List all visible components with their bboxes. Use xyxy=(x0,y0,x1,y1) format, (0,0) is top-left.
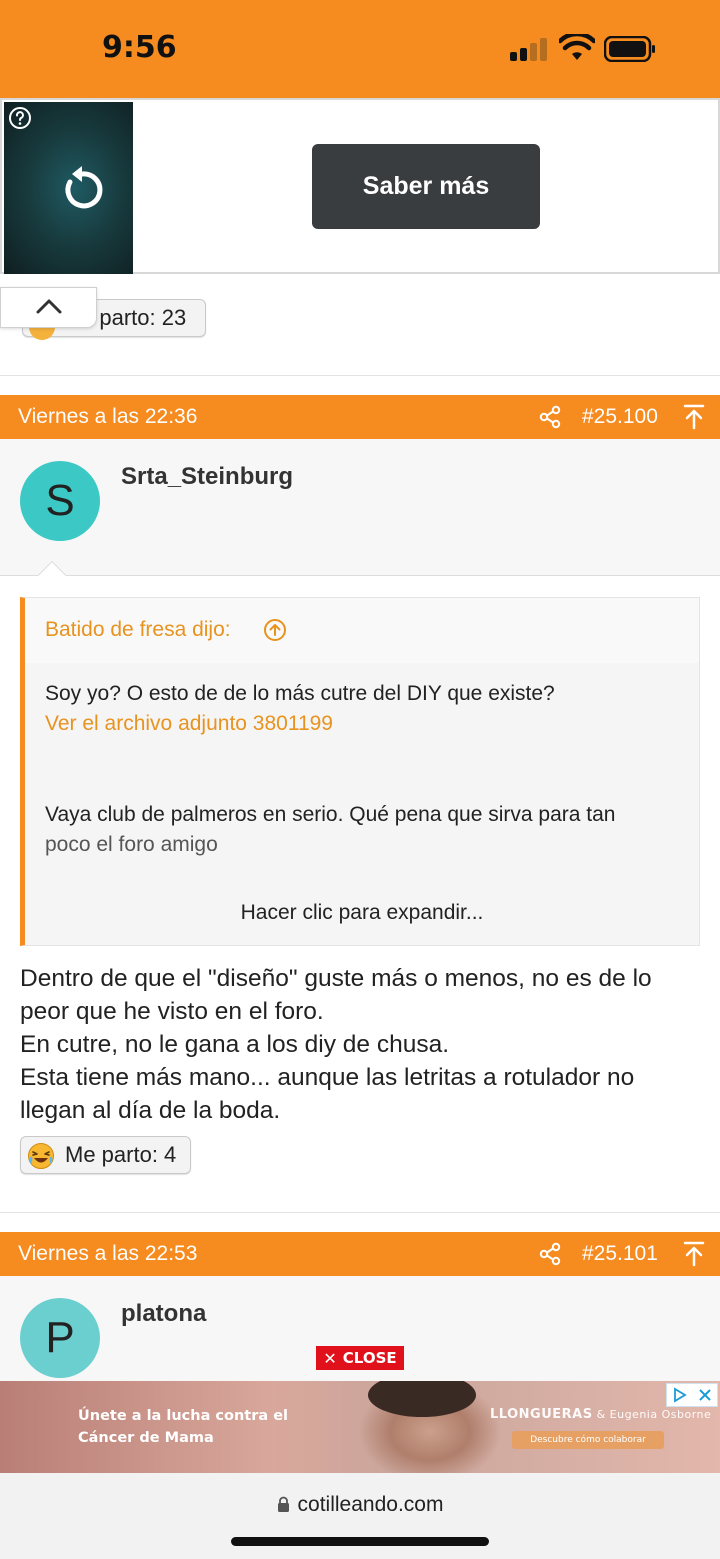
post-header: Viernes a las 22:53 #25.101 xyxy=(0,1232,720,1276)
collapse-ad-button[interactable] xyxy=(0,287,97,328)
close-x-icon: ✕ xyxy=(323,1348,337,1368)
post-text-line: Esta tiene más mano... aunque las letrit… xyxy=(20,1064,635,1091)
status-bar: 9:56 xyxy=(0,0,720,98)
ad-headline: Únete a la lucha contra el Cáncer de Mam… xyxy=(78,1408,289,1446)
avatar[interactable]: S xyxy=(20,461,100,541)
circle-arrow-up-icon[interactable] xyxy=(263,618,287,642)
chevron-up-icon xyxy=(36,299,62,314)
browser-url-bar[interactable]: cotilleando.com xyxy=(0,1473,720,1559)
quote-text: Soy yo? O esto de de lo más cutre del DI… xyxy=(45,682,555,705)
username[interactable]: platona xyxy=(121,1300,206,1328)
quote-text: Vaya club de palmeros en serio. Qué pena… xyxy=(45,803,616,826)
scroll-top-icon[interactable] xyxy=(682,404,706,430)
learn-more-button[interactable]: Saber más xyxy=(312,144,540,229)
post-body: Dentro de que el "diseño" guste más o me… xyxy=(20,962,700,1127)
url-display[interactable]: cotilleando.com xyxy=(0,1493,720,1517)
ad-thumbnail[interactable] xyxy=(4,102,133,274)
laughing-emoji-icon xyxy=(28,1143,54,1169)
post-header: Viernes a las 22:36 #25.100 xyxy=(0,395,720,439)
scroll-top-icon[interactable] xyxy=(682,1241,706,1267)
reaction-button[interactable]: Me parto: 4 xyxy=(20,1136,191,1174)
post-text-line: peor que he visto en el foro. xyxy=(20,998,324,1025)
ad-brand: LLONGUERAS & Eugenia Osborne xyxy=(490,1407,712,1422)
expand-quote-link[interactable]: Hacer clic para expandir... xyxy=(25,901,699,925)
quote-author[interactable]: Batido de fresa dijo: xyxy=(45,618,231,642)
close-x-icon[interactable] xyxy=(692,1384,717,1406)
post-number[interactable]: #25.100 xyxy=(582,405,658,429)
status-time: 9:56 xyxy=(102,30,177,65)
ad-choices-icon[interactable] xyxy=(667,1384,692,1406)
battery-icon xyxy=(604,36,655,62)
post-divider xyxy=(0,1212,720,1213)
post-user-block: S Srta_Steinburg xyxy=(0,439,720,590)
close-ad-button[interactable]: ✕ CLOSE xyxy=(316,1346,404,1370)
share-icon[interactable] xyxy=(538,405,562,429)
signal-icon xyxy=(510,37,548,61)
post-date[interactable]: Viernes a las 22:53 xyxy=(18,1242,197,1266)
share-icon[interactable] xyxy=(538,1242,562,1266)
post-number[interactable]: #25.101 xyxy=(582,1242,658,1266)
username[interactable]: Srta_Steinburg xyxy=(121,463,293,491)
wifi-icon xyxy=(559,34,595,60)
attachment-link[interactable]: Ver el archivo adjunto 3801199 xyxy=(45,712,333,736)
ad-cta-button[interactable]: Descubre cómo colaborar xyxy=(512,1431,664,1449)
quote-text: poco el foro amigo xyxy=(45,833,218,856)
quote-header: Batido de fresa dijo: xyxy=(25,598,699,663)
avatar[interactable]: P xyxy=(20,1298,100,1378)
bottom-ad-banner[interactable]: Únete a la lucha contra el Cáncer de Mam… xyxy=(0,1381,720,1473)
lock-icon xyxy=(277,1496,289,1512)
post-date[interactable]: Viernes a las 22:36 xyxy=(18,405,197,429)
reaction-count: Me parto: 4 xyxy=(65,1142,177,1167)
top-ad-banner[interactable]: Saber más xyxy=(0,98,720,274)
post-divider xyxy=(0,375,720,376)
speech-notch xyxy=(37,560,67,590)
post-text-line: En cutre, no le gana a los diy de chusa. xyxy=(20,1031,450,1058)
help-icon[interactable] xyxy=(8,106,32,130)
ad-choices-icon[interactable] xyxy=(666,1383,718,1407)
home-indicator[interactable] xyxy=(231,1537,489,1546)
post-text-line: Dentro de que el "diseño" guste más o me… xyxy=(20,965,652,992)
quote-block: Batido de fresa dijo: Soy yo? O esto de … xyxy=(20,597,700,946)
post-text-line: llegan al día de la boda. xyxy=(20,1097,281,1124)
replay-icon[interactable] xyxy=(56,164,108,216)
